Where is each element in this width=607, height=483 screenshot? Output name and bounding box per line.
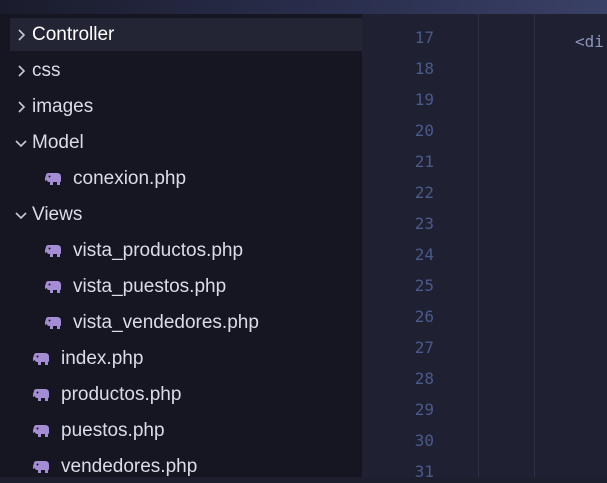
tree-file-index[interactable]: index.php [30,342,362,375]
file-explorer: Controller css images Model conexion.php… [0,14,362,477]
tree-file-vista-vendedores[interactable]: vista_vendedores.php [42,306,362,339]
tree-item-label: css [32,59,61,81]
tree-item-label: vendedores.php [61,455,198,477]
tree-item-label: productos.php [61,383,182,405]
code-editor[interactable]: 17 18 19 20 21 22 23 24 25 26 27 28 29 3… [362,14,607,481]
line-number: 29 [414,400,434,419]
indent-guide [478,14,479,477]
line-number: 21 [414,152,434,171]
tree-item-label: vista_puestos.php [73,275,227,297]
line-number: 23 [414,214,434,233]
tree-file-vista-productos[interactable]: vista_productos.php [42,234,362,267]
tree-folder-controller[interactable]: Controller [10,18,362,51]
line-number: 19 [414,90,434,109]
tree-item-label: Views [32,203,83,225]
line-number: 24 [414,245,434,264]
line-number: 18 [414,59,434,78]
php-elephant-icon [42,172,64,186]
tree-item-label: vista_productos.php [73,239,244,261]
indent-guide [534,14,535,477]
tree-file-conexion[interactable]: conexion.php [42,162,362,195]
tree-folder-model[interactable]: Model [10,126,362,159]
chevron-down-icon [10,136,32,150]
code-line-text[interactable]: <di [575,32,607,51]
line-number: 17 [414,28,434,47]
tree-file-vista-puestos[interactable]: vista_puestos.php [42,270,362,303]
tree-item-label: Controller [32,23,115,45]
php-elephant-icon [30,424,52,438]
line-number: 30 [414,431,434,450]
line-number: 22 [414,183,434,202]
line-number: 20 [414,121,434,140]
tree-file-vendedores[interactable]: vendedores.php [30,450,362,483]
tree-folder-views[interactable]: Views [10,198,362,231]
tree-item-label: index.php [61,347,144,369]
tree-file-productos[interactable]: productos.php [30,378,362,411]
tree-folder-images[interactable]: images [10,90,362,123]
line-number: 28 [414,369,434,388]
php-elephant-icon [42,316,64,330]
php-elephant-icon [30,352,52,366]
chevron-down-icon [10,208,32,222]
tree-item-label: vista_vendedores.php [73,311,259,333]
line-number: 27 [414,338,434,357]
php-elephant-icon [42,280,64,294]
chevron-right-icon [10,28,32,42]
line-number: 31 [414,462,434,481]
php-elephant-icon [30,388,52,402]
chevron-right-icon [10,64,32,78]
line-number: 26 [414,307,434,326]
tree-item-label: conexion.php [73,167,187,189]
php-elephant-icon [30,460,52,474]
php-elephant-icon [42,244,64,258]
tree-item-label: Model [32,131,84,153]
title-bar [0,0,607,14]
tree-folder-css[interactable]: css [10,54,362,87]
tree-item-label: puestos.php [61,419,165,441]
chevron-right-icon [10,100,32,114]
tree-file-puestos[interactable]: puestos.php [30,414,362,447]
line-number: 25 [414,276,434,295]
tree-item-label: images [32,95,94,117]
